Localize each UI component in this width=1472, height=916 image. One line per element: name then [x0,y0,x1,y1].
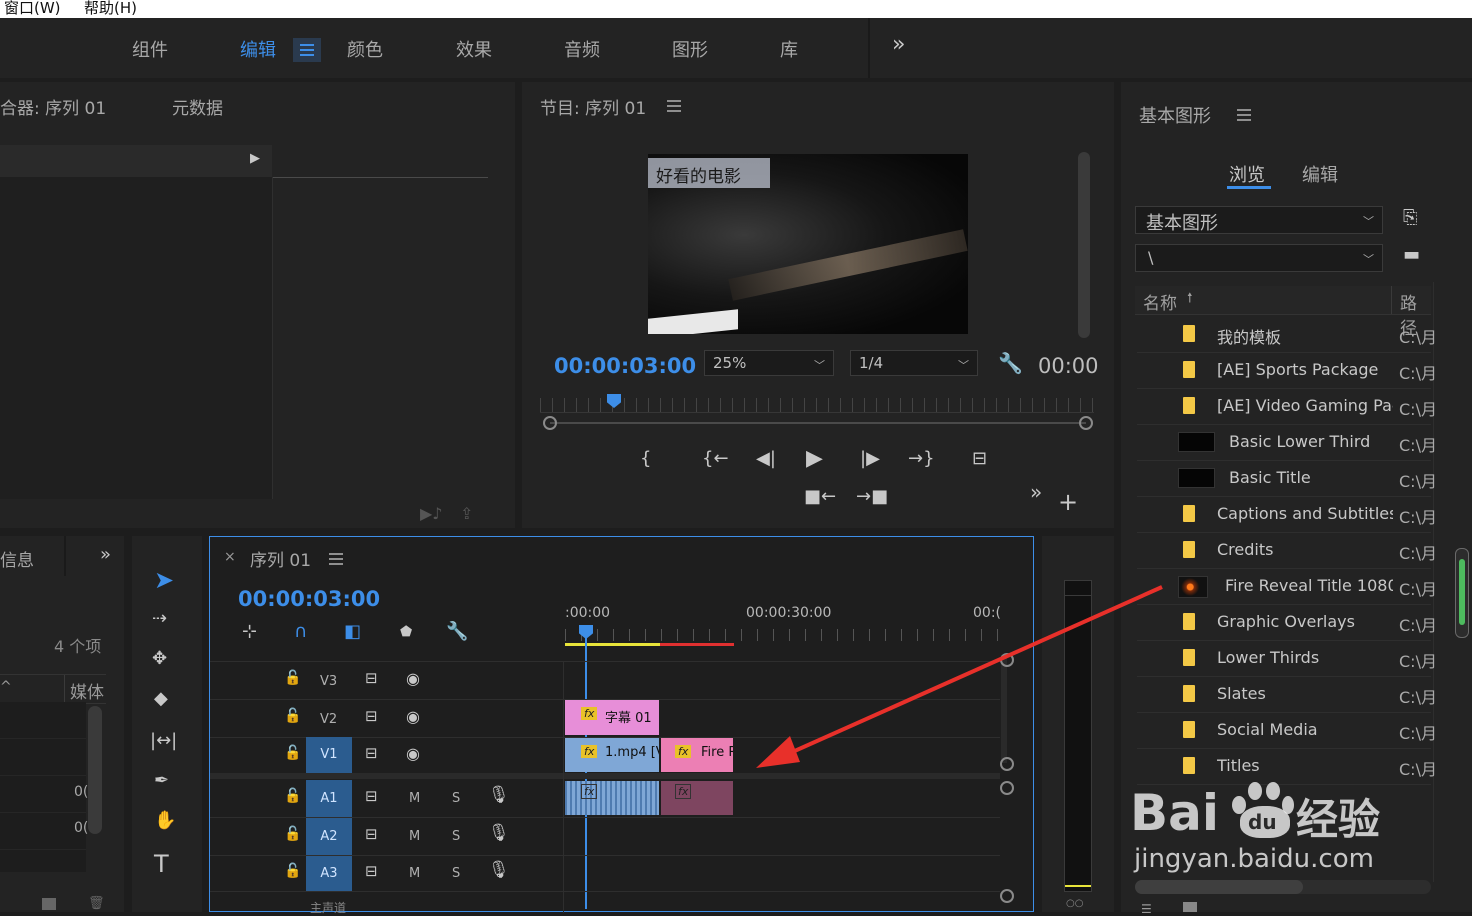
paw-toe [1266,782,1280,800]
arrow-head [756,736,800,768]
watermark-url: jingyan.baidu.com [1134,844,1374,874]
arrow-shaft [769,585,1163,764]
watermark-cn: 经验 [1296,795,1381,844]
paw-logo-icon: du [1232,782,1294,838]
baidu-watermark: Bai du 经验 jingyan.baidu.com [1128,752,1428,882]
watermark-brand: Bai [1130,784,1219,842]
watermark-du: du [1248,810,1277,834]
paw-toe [1248,782,1262,800]
paw-pad: du [1240,806,1290,838]
